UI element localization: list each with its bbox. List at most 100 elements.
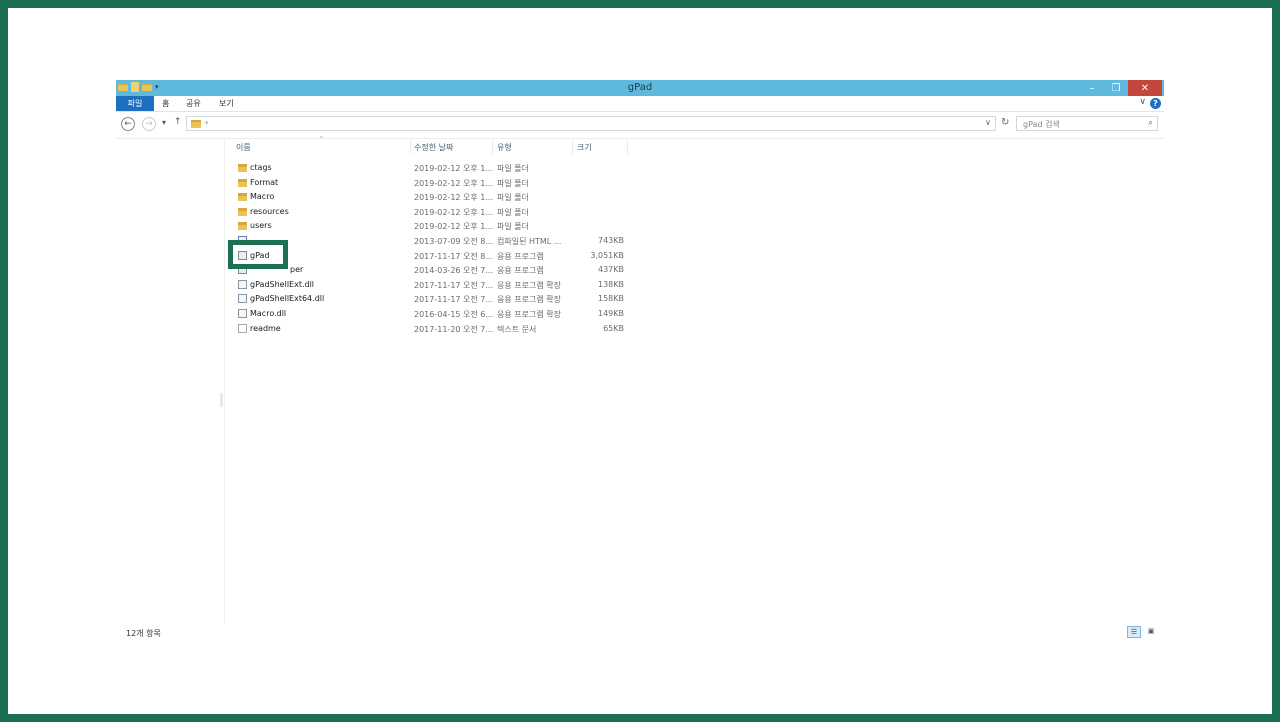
file-name[interactable]: per [290,265,303,274]
file-name[interactable]: Format [250,178,278,187]
file-type: 응용 프로그램 [497,251,544,261]
dll-icon: dll-icon [238,294,247,304]
search-placeholder: gPad 검색 [1023,120,1060,129]
navigation-pane[interactable] [116,139,225,623]
column-header-type[interactable]: 유형 [497,142,512,153]
view-switcher: ☰ ▣ [1127,626,1158,638]
file-explorer-window: ▾ gPad – ❐ ✕ 파일 홈 공유 보기 ∨ ? ← → ▾ ↑ › ∨ … [116,80,1164,645]
up-button[interactable]: ↑ [174,117,182,127]
file-type: 컴파일된 HTML ... [497,236,562,246]
file-type: 파일 폴더 [497,164,529,173]
divider [116,138,1164,139]
search-input[interactable]: gPad 검색 ⌕ [1016,116,1158,131]
minimize-button[interactable]: – [1080,80,1104,96]
file-date: 2019-02-12 오후 1... [414,178,494,188]
folder-icon: folder-icon [238,222,247,231]
column-divider[interactable] [572,140,573,154]
file-type: 응용 프로그램 확장 [497,280,561,290]
address-bar[interactable]: › ∨ [186,116,996,131]
forward-button[interactable]: → [142,117,156,131]
file-row[interactable]: dll-icongPadShellExt.dll 2017-11-17 오전 7.… [234,278,634,293]
file-type: 파일 폴더 [497,222,529,232]
window-controls: – ❐ ✕ [1080,80,1162,96]
file-name[interactable]: ctags [250,163,272,172]
column-divider[interactable] [627,140,628,154]
sort-arrow-icon: ^ [319,136,325,143]
file-size: 138KB [597,279,624,289]
text-file-icon: text-file-icon [238,323,247,333]
file-date: 2019-02-12 오후 1... [414,207,494,217]
ribbon-tabs: 파일 홈 공유 보기 ∨ ? [116,96,1164,112]
dll-icon: dll-icon [238,279,247,289]
file-type: 파일 폴더 [497,178,529,188]
file-date: 2019-02-12 오후 1... [414,164,494,173]
help-icon[interactable]: ? [1150,98,1161,109]
file-row[interactable]: folder-iconctags 2019-02-12 오후 1...파일 폴더 [234,161,634,176]
file-size: 149KB [597,308,624,318]
file-row[interactable]: folder-iconresources 2019-02-12 오후 1...파일… [234,205,634,220]
file-name[interactable]: readme [250,324,281,333]
file-name[interactable]: users [250,221,272,230]
file-row[interactable]: application-icongPad2017-11-17 오전 8...응용… [234,249,634,264]
file-date: 2017-11-20 오전 7... [414,324,494,334]
dll-icon: dll-icon [238,308,247,318]
folder-icon: folder-icon [238,164,247,172]
column-header-name[interactable]: 이름 [236,142,251,153]
details-view-button[interactable]: ☰ [1127,626,1141,638]
folder-icon: folder-icon [238,178,247,187]
large-icons-view-button[interactable]: ▣ [1144,626,1158,638]
file-name[interactable]: Macro [250,192,274,201]
column-header-date[interactable]: 수정한 날짜 [414,142,453,153]
maximize-button[interactable]: ❐ [1104,80,1128,96]
file-name[interactable]: resources [250,207,289,216]
file-row[interactable]: folder-iconMacro 2019-02-12 오후 1...파일 폴더 [234,190,634,205]
file-row[interactable]: text-file-iconreadme 2017-11-20 오전 7...텍스… [234,322,634,337]
file-row[interactable]: folder-iconusers 2019-02-12 오후 1...파일 폴더 [234,219,634,234]
window-title: gPad [627,82,653,93]
file-size: 158KB [597,294,624,304]
tab-home[interactable]: 홈 [162,96,169,111]
close-button[interactable]: ✕ [1128,80,1162,96]
file-type: 파일 폴더 [497,207,529,217]
breadcrumb-separator[interactable]: › [205,118,208,127]
file-row[interactable]: dll-iconMacro.dll 2016-04-15 오전 6...응용 프로… [234,307,634,322]
file-type: 파일 폴더 [497,193,529,203]
file-name[interactable]: Macro.dll [250,309,286,318]
file-size: 437KB [597,265,624,275]
file-type: 응용 프로그램 확장 [497,309,561,319]
folder-icon [191,120,201,128]
back-button[interactable]: ← [121,117,135,131]
file-row[interactable]: folder-iconFormat 2019-02-12 오후 1...파일 폴더 [234,176,634,191]
file-name[interactable]: gPadShellExt.dll [250,280,314,289]
file-rows: folder-iconctags2019-02-12 오후 1...파일 폴더f… [234,161,634,336]
recent-locations-icon[interactable]: ▾ [162,118,166,127]
file-date: 2017-11-17 오전 8... [414,251,494,261]
file-name[interactable]: gPadShellExt64.dll [250,294,324,303]
file-size: 3,051KB [590,250,624,260]
file-type: 응용 프로그램 [497,266,544,276]
tab-view[interactable]: 보기 [219,96,234,111]
file-row[interactable]: application-iconper2014-03-26 오전 7...응용 … [234,263,634,278]
file-row[interactable]: dll-icongPadShellExt64.dll 2017-11-17 오전 … [234,292,634,307]
file-list: ^ 이름 수정한 날짜 유형 크기 folder-iconctags2019-0… [234,136,634,334]
address-dropdown-icon[interactable]: ∨ [985,118,991,127]
status-item-count: 12개 항목 [126,629,161,638]
column-divider[interactable] [410,140,411,154]
file-type: 텍스트 문서 [497,324,537,334]
folder-icon: folder-icon [238,193,247,202]
search-icon[interactable]: ⌕ [1148,118,1153,128]
refresh-icon[interactable]: ↻ [1001,117,1009,128]
tab-file[interactable]: 파일 [116,96,154,111]
title-bar: ▾ gPad – ❐ ✕ [116,80,1164,96]
column-header-size[interactable]: 크기 [577,142,592,153]
pane-splitter[interactable] [220,393,223,407]
tab-share[interactable]: 공유 [186,96,201,111]
navigation-bar: ← → ▾ ↑ › ∨ ↻ gPad 검색 ⌕ [116,113,1164,135]
highlight-box [228,240,288,269]
column-divider[interactable] [492,140,493,154]
file-date: 2019-02-12 오후 1... [414,222,494,232]
file-date: 2017-11-17 오전 7... [414,295,494,305]
file-date: 2014-03-26 오전 7... [414,266,494,276]
expand-ribbon-icon[interactable]: ∨ [1139,97,1146,107]
file-row[interactable]: html-help-icon2013-07-09 오전 8...컴파일된 HTM… [234,234,634,249]
